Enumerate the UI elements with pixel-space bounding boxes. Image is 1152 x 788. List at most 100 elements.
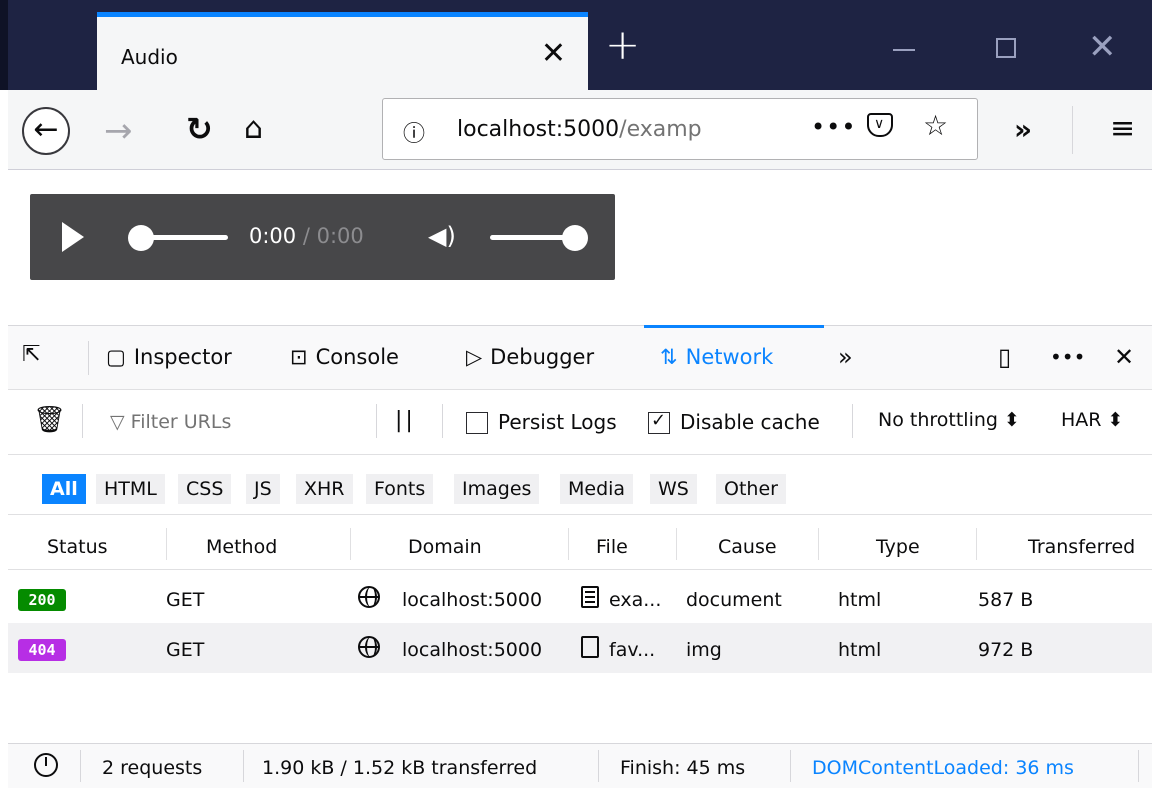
- overflow-menu-button[interactable]: »: [1014, 112, 1032, 148]
- column-divider[interactable]: [568, 528, 569, 560]
- column-file[interactable]: File: [596, 536, 628, 558]
- url-text[interactable]: localhost:5000/examp: [457, 117, 742, 142]
- disable-cache-label[interactable]: Disable cache: [680, 410, 820, 434]
- devtools-divider: [88, 341, 89, 375]
- file-cell: fav...: [609, 639, 656, 661]
- globe-icon: [358, 586, 380, 608]
- tab-debugger[interactable]: ▷ Debugger: [466, 343, 594, 371]
- column-method[interactable]: Method: [206, 536, 277, 558]
- filter-placeholder: Filter URLs: [130, 411, 232, 433]
- responsive-design-icon[interactable]: ▯: [998, 343, 1011, 371]
- forward-button[interactable]: →: [104, 112, 133, 150]
- persist-logs-checkbox[interactable]: [466, 412, 488, 434]
- inspector-icon: ▢: [106, 345, 126, 369]
- back-button[interactable]: ←: [22, 107, 70, 155]
- filter-other[interactable]: Other: [716, 474, 786, 504]
- file-cell: exa...: [609, 589, 662, 611]
- filter-js[interactable]: JS: [246, 474, 280, 504]
- toolbar-divider: [82, 404, 83, 438]
- domain-cell: localhost:5000: [402, 589, 543, 611]
- transfer-size: 1.90 kB / 1.52 kB transferred: [262, 757, 538, 779]
- info-icon[interactable]: ⓘ: [403, 116, 425, 148]
- document-icon: [581, 586, 599, 608]
- audio-progress-thumb[interactable]: [128, 225, 154, 251]
- stopwatch-icon[interactable]: [34, 753, 58, 777]
- column-cause[interactable]: Cause: [718, 536, 777, 558]
- method-cell: GET: [166, 589, 205, 611]
- tab-title: Audio: [121, 45, 178, 69]
- audio-time: 0:00 / 0:00: [249, 224, 364, 248]
- audio-player: 0:00 / 0:00 ◀): [30, 194, 615, 280]
- page-actions-icon[interactable]: •••: [811, 113, 856, 141]
- column-status[interactable]: Status: [47, 536, 108, 558]
- home-button[interactable]: ⌂: [244, 110, 263, 148]
- devtools-close-icon[interactable]: ✕: [1114, 343, 1134, 371]
- summary-divider: [790, 750, 791, 782]
- cause-cell: document: [686, 589, 782, 611]
- summary-divider: [598, 750, 599, 782]
- cause-cell: img: [686, 639, 722, 661]
- maximize-button[interactable]: [996, 38, 1016, 58]
- clear-trash-icon[interactable]: 🗑: [33, 406, 66, 434]
- hamburger-menu-icon[interactable]: ≡: [1110, 110, 1135, 148]
- filter-css[interactable]: CSS: [178, 474, 232, 504]
- filter-all[interactable]: All: [42, 474, 86, 504]
- type-cell: html: [838, 589, 882, 611]
- minimize-button[interactable]: [893, 49, 915, 51]
- url-bar[interactable]: ⓘ localhost:5000/examp ••• ∨ ☆: [382, 98, 978, 160]
- status-badge: 404: [18, 639, 66, 661]
- filter-images[interactable]: Images: [454, 474, 540, 504]
- filter-media[interactable]: Media: [560, 474, 634, 504]
- duration: 0:00: [316, 224, 364, 248]
- checkmark-icon: ✓: [651, 410, 667, 431]
- throttling-select[interactable]: No throttling ⬍: [878, 409, 1020, 431]
- column-divider[interactable]: [676, 528, 677, 560]
- tab-network[interactable]: ⇅ Network: [660, 343, 773, 371]
- tab-label: Debugger: [490, 345, 595, 369]
- devtools-options-icon[interactable]: •••: [1050, 343, 1085, 371]
- summary-divider: [1138, 750, 1139, 782]
- pocket-icon[interactable]: ∨: [867, 113, 893, 137]
- volume-icon[interactable]: ◀): [428, 222, 456, 250]
- finish-time: Finish: 45 ms: [620, 757, 746, 779]
- bookmark-star-icon[interactable]: ☆: [923, 109, 948, 143]
- globe-icon: [358, 636, 380, 658]
- tab-console[interactable]: ⊡ Console: [290, 343, 399, 371]
- column-divider[interactable]: [976, 528, 977, 560]
- column-type[interactable]: Type: [876, 536, 920, 558]
- filter-icon: ▽: [110, 411, 125, 433]
- filter-xhr[interactable]: XHR: [296, 474, 353, 504]
- window-close-button[interactable]: ✕: [1088, 28, 1117, 66]
- column-divider[interactable]: [166, 528, 167, 560]
- element-picker-icon[interactable]: ⇱: [22, 340, 52, 370]
- time-separator: /: [296, 224, 317, 248]
- disable-cache-checkbox[interactable]: ✓: [648, 410, 670, 434]
- filter-urls-input[interactable]: ▽ Filter URLs: [110, 411, 231, 433]
- column-domain[interactable]: Domain: [408, 536, 482, 558]
- summary-divider: [80, 750, 81, 782]
- console-icon: ⊡: [290, 345, 308, 369]
- tab-label: Inspector: [133, 345, 232, 369]
- filter-html[interactable]: HTML: [96, 474, 165, 504]
- tab-audio[interactable]: Audio ✕: [97, 12, 588, 90]
- har-menu[interactable]: HAR ⬍: [1061, 409, 1123, 431]
- method-cell: GET: [166, 639, 205, 661]
- new-tab-button[interactable]: +: [605, 24, 640, 66]
- volume-slider-thumb[interactable]: [562, 225, 588, 251]
- tab-inspector[interactable]: ▢ Inspector: [106, 343, 232, 371]
- dom-content-loaded: DOMContentLoaded: 36 ms: [812, 757, 1074, 779]
- column-divider[interactable]: [818, 528, 819, 560]
- more-tabs-button[interactable]: »: [838, 343, 853, 371]
- tab-label: Console: [315, 345, 399, 369]
- pause-icon[interactable]: ||: [395, 408, 416, 433]
- table-header: [8, 515, 1152, 570]
- reload-button[interactable]: ↻: [186, 110, 213, 148]
- request-count: 2 requests: [102, 757, 203, 779]
- filter-fonts[interactable]: Fonts: [366, 474, 434, 504]
- play-icon[interactable]: [62, 222, 84, 252]
- tab-close-icon[interactable]: ✕: [541, 37, 566, 71]
- filter-ws[interactable]: WS: [650, 474, 697, 504]
- column-divider[interactable]: [350, 528, 351, 560]
- persist-logs-label[interactable]: Persist Logs: [498, 410, 617, 434]
- column-transferred[interactable]: Transferred: [1028, 536, 1135, 558]
